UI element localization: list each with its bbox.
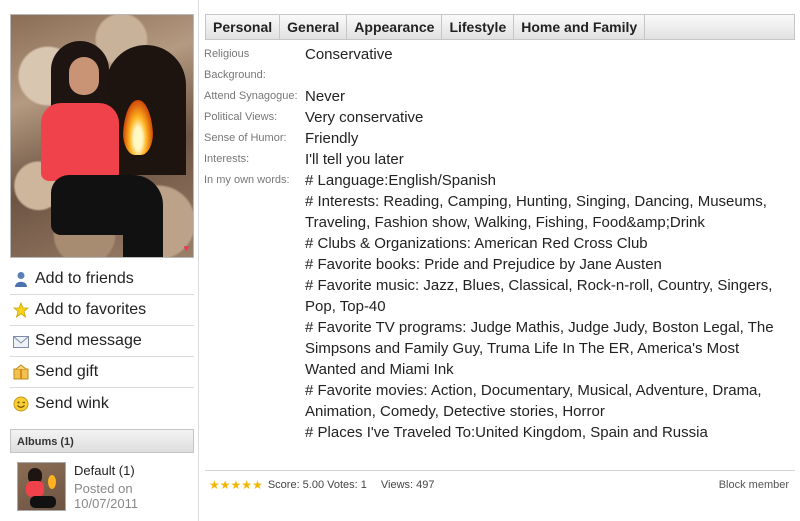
own-words-line: # Clubs & Organizations: American Red Cr…: [305, 235, 648, 252]
detail-row-political-views: Political Views: Very conservative: [204, 107, 794, 128]
own-words-line: # Places I've Traveled To:United Kingdom…: [305, 424, 708, 441]
albums-header: Albums (1): [10, 429, 194, 453]
profile-photo[interactable]: ♥: [10, 14, 194, 258]
add-to-favorites-button[interactable]: Add to favorites: [10, 295, 194, 326]
own-words-line: # Favorite TV programs: Judge Mathis, Ju…: [305, 319, 774, 378]
profile-tabs: Personal General Appearance Lifestyle Ho…: [205, 14, 795, 40]
detail-label: Political Views:: [204, 111, 278, 123]
tab-general[interactable]: General: [280, 15, 348, 39]
album-item[interactable]: Default (1) Posted on 10/07/2011: [10, 462, 194, 511]
tab-home-and-family[interactable]: Home and Family: [514, 15, 646, 39]
detail-value: Never: [305, 88, 346, 105]
send-message-label: Send message: [35, 332, 142, 349]
send-message-button[interactable]: Send message: [10, 326, 194, 357]
views-count: Views: 497: [380, 478, 435, 491]
details-list: Religious Background: Conservative Atten…: [204, 44, 794, 443]
gift-icon: [12, 363, 30, 381]
detail-value: I'll tell you later: [305, 151, 404, 168]
detail-row-sense-of-humor: Sense of Humor: Friendly: [204, 128, 794, 149]
detail-value: Friendly: [305, 130, 359, 147]
smiley-icon: [12, 395, 30, 413]
star-icon: ★: [241, 477, 253, 492]
block-member-link[interactable]: Block member: [719, 479, 789, 491]
own-words-line: # Favorite music: Jazz, Blues, Classical…: [305, 277, 773, 315]
detail-row-interests: Interests: I'll tell you later: [204, 149, 794, 170]
detail-label: Sense of Humor:: [204, 132, 287, 144]
add-to-friends-button[interactable]: Add to friends: [10, 264, 194, 295]
detail-label: In my own words:: [204, 174, 290, 186]
send-gift-button[interactable]: Send gift: [10, 357, 194, 388]
send-wink-label: Send wink: [35, 394, 109, 412]
detail-value: Very conservative: [305, 109, 424, 126]
profile-details-panel: Personal General Appearance Lifestyle Ho…: [198, 0, 800, 521]
own-words-line: # Language:English/Spanish: [305, 172, 496, 189]
rating-stars[interactable]: ★ ★ ★ ★ ★: [209, 479, 263, 491]
tab-lifestyle[interactable]: Lifestyle: [442, 15, 515, 39]
detail-row-attend-synagogue: Attend Synagogue: Never: [204, 86, 794, 107]
detail-value: Conservative: [305, 46, 393, 63]
own-words-line: # Favorite books: Pride and Prejudice by…: [305, 256, 662, 273]
add-to-favorites-label: Add to favorites: [35, 301, 147, 318]
send-wink-button[interactable]: Send wink: [10, 388, 194, 419]
tab-personal[interactable]: Personal: [206, 15, 281, 39]
tab-appearance[interactable]: Appearance: [347, 15, 443, 39]
star-icon: ★: [230, 477, 242, 492]
detail-label: Religious Background:: [204, 48, 266, 81]
profile-actions: Add to friends Add to favorites Send mes…: [10, 264, 194, 419]
send-gift-label: Send gift: [35, 363, 99, 380]
add-to-friends-label: Add to friends: [35, 270, 134, 287]
user-icon: [12, 270, 30, 288]
score-votes-text: Score: 5.00 Votes: 1: [267, 478, 367, 491]
detail-label: Interests:: [204, 153, 250, 165]
album-name[interactable]: Default (1): [74, 463, 154, 478]
heart-icon: ♥: [183, 243, 189, 253]
album-thumbnail[interactable]: [17, 462, 66, 511]
star-icon: ★: [209, 477, 220, 492]
star-icon: [12, 301, 30, 319]
envelope-icon: [12, 332, 30, 350]
detail-label: Attend Synagogue:: [204, 90, 298, 102]
album-posted-date: Posted on 10/07/2011: [74, 481, 139, 511]
detail-row-own-words: In my own words: # Language:English/Span…: [204, 170, 794, 443]
star-icon: ★: [252, 477, 263, 492]
detail-row-religious-background: Religious Background: Conservative: [204, 44, 794, 86]
own-words-line: # Interests: Reading, Camping, Hunting, …: [305, 193, 767, 231]
star-icon: ★: [219, 477, 231, 492]
profile-footer: ★ ★ ★ ★ ★ Score: 5.00 Votes: 1 Views: 49…: [205, 470, 795, 498]
own-words-line: # Favorite movies: Action, Documentary, …: [305, 382, 762, 420]
left-column: ♥ Add to friends Add to favorites Send m…: [10, 14, 194, 511]
own-words-text: # Language:English/Spanish # Interests: …: [305, 170, 794, 443]
